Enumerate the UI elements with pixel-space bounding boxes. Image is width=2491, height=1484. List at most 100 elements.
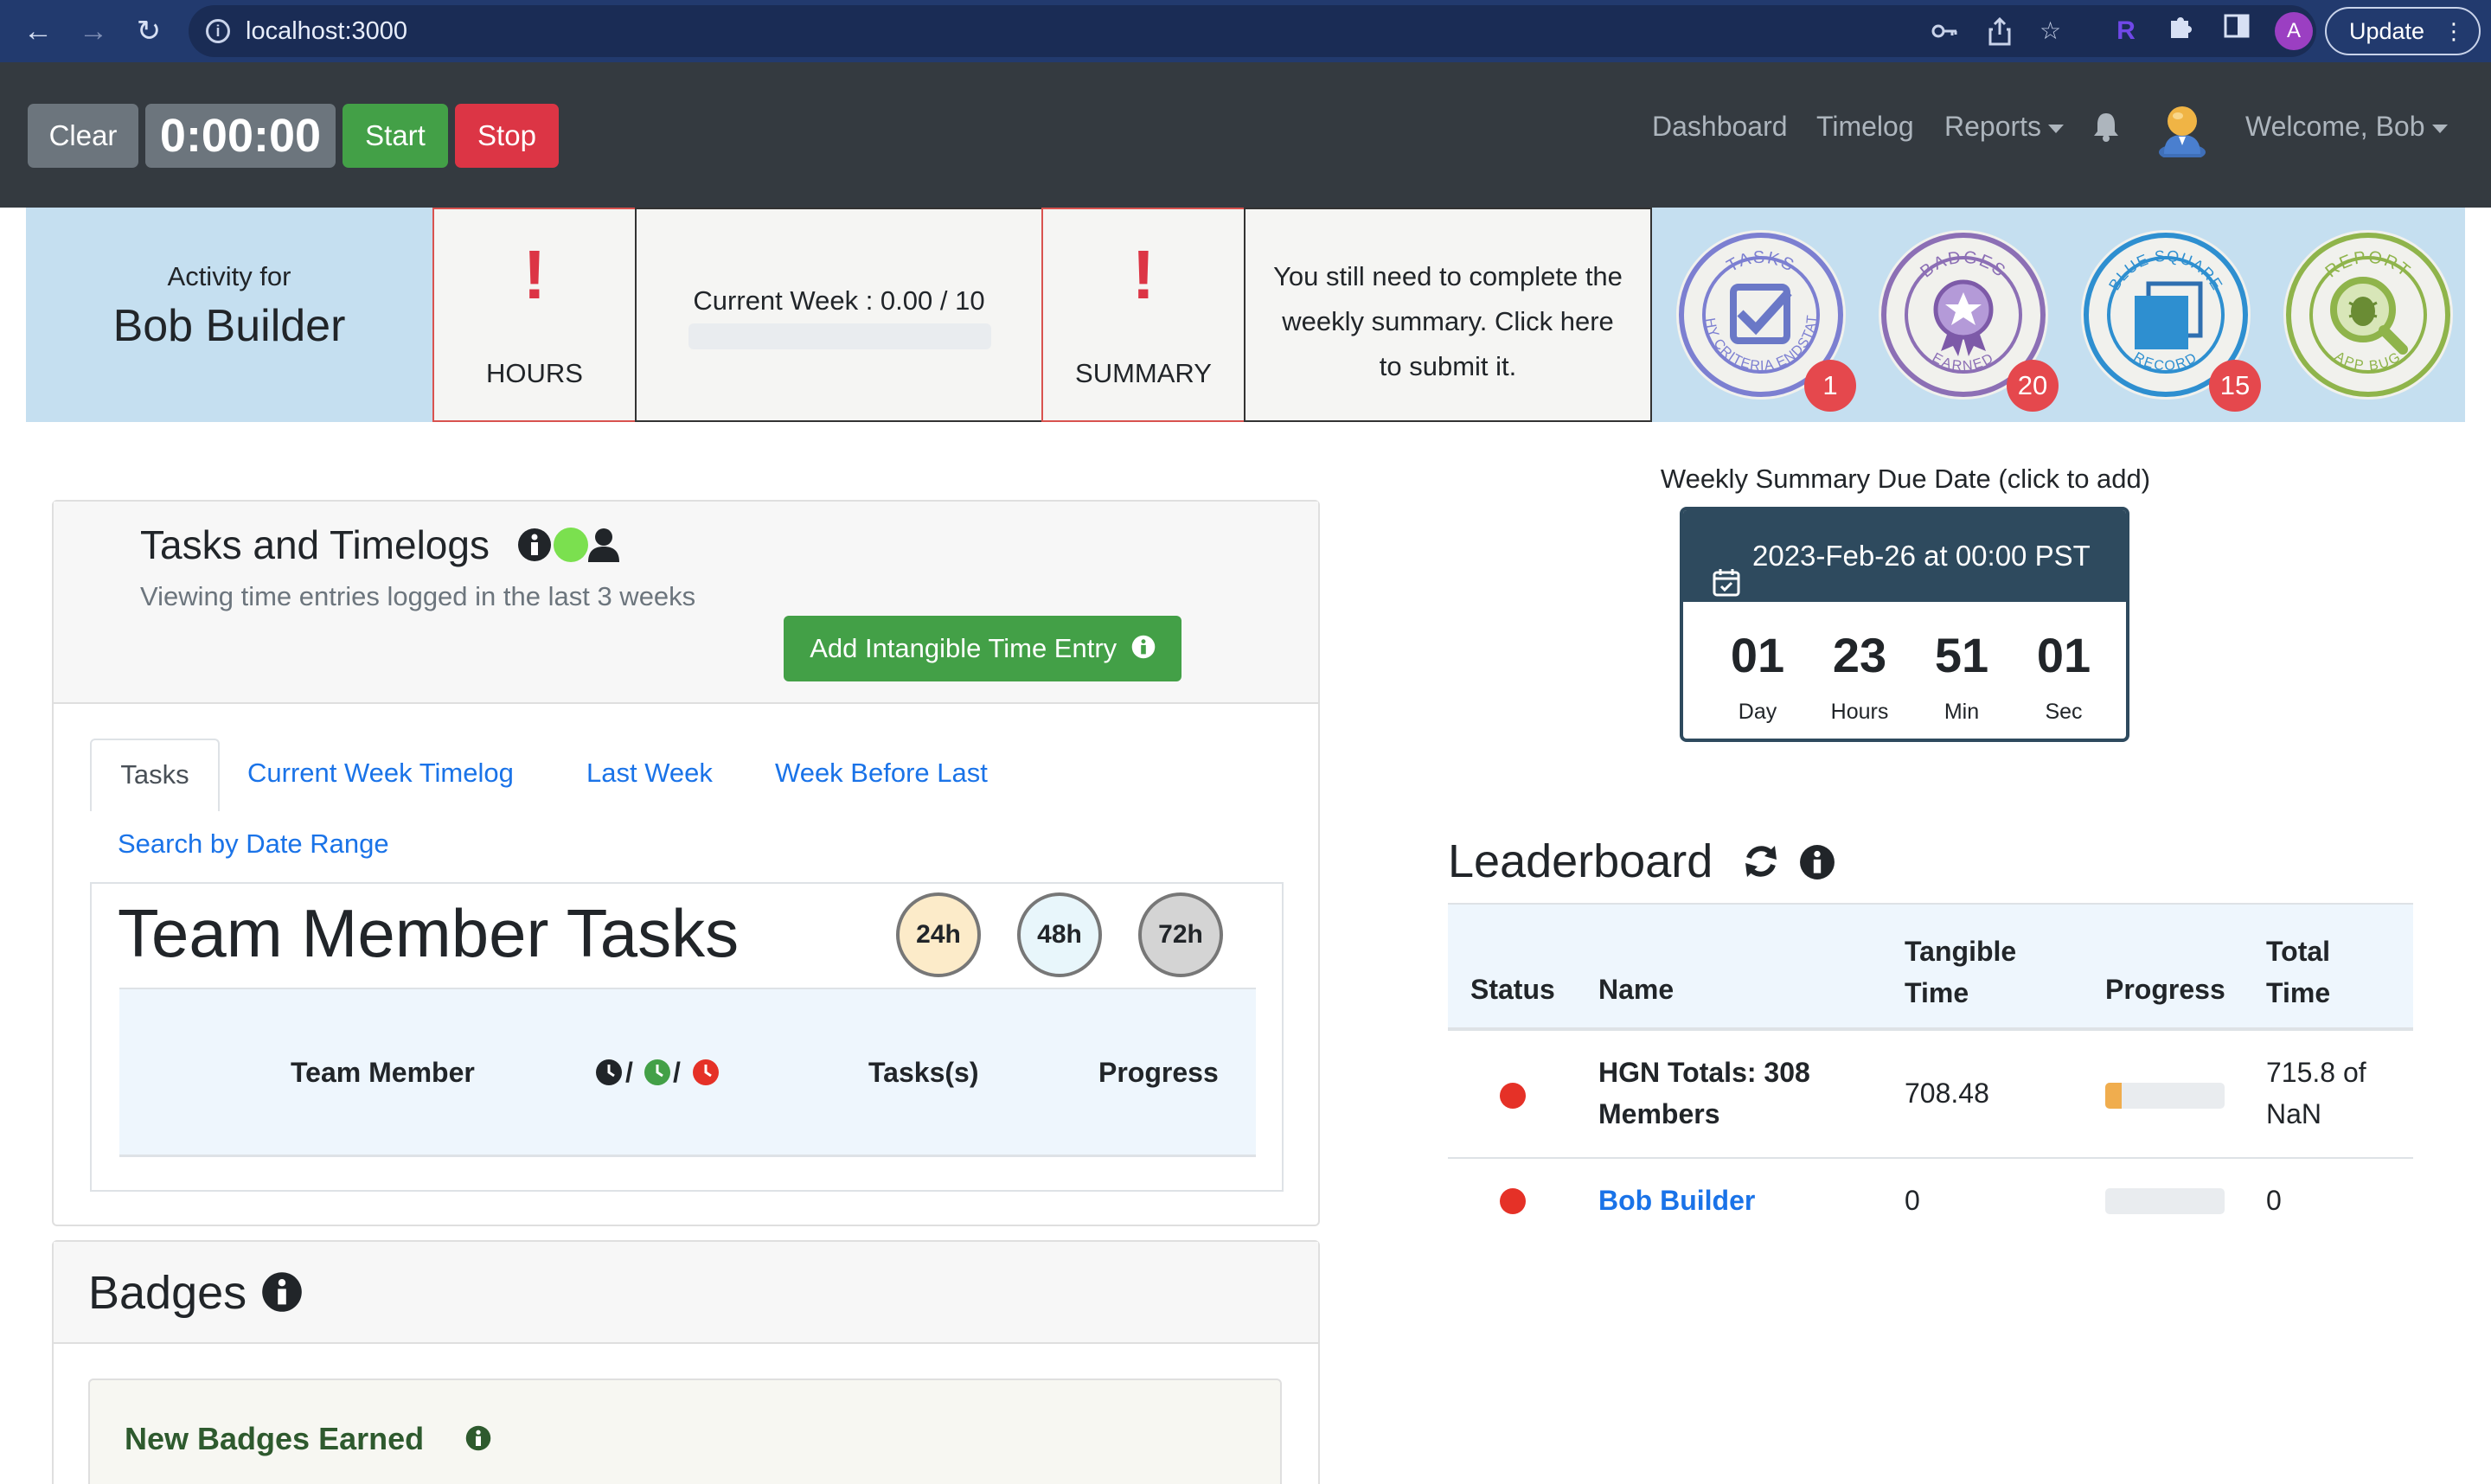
badges-earned-count: 20 <box>2007 360 2059 412</box>
lb-row-progress-fill <box>2105 1083 2123 1109</box>
new-badges-title: New Badges Earned <box>125 1421 425 1456</box>
lb-row-tangible: 708.48 <box>1905 1078 1989 1109</box>
tab-tasks[interactable]: Tasks <box>90 739 220 811</box>
extensions-puzzle-icon[interactable] <box>2162 12 2200 50</box>
user-profile-picture[interactable] <box>2157 104 2207 161</box>
blue-square-count: 15 <box>2209 360 2261 412</box>
tasks-card-header: Tasks and Timelogs Viewing time entries … <box>54 502 1318 704</box>
lb-col-tangible-line: Time <box>1905 977 1969 1008</box>
countdown-hours-label: Hours <box>1830 700 1889 724</box>
current-week-text: Current Week : 0.00 / 10 <box>693 285 985 316</box>
tab-current-week-timelog[interactable]: Current Week Timelog <box>247 756 514 790</box>
more-menu-icon[interactable]: ⋮ <box>2443 9 2465 54</box>
badges-card-title: Badges <box>88 1267 247 1319</box>
current-week-progress <box>688 323 991 349</box>
filter-48h-button[interactable]: 48h <box>1017 892 1102 977</box>
lb-row-tangible: 0 <box>1905 1185 1920 1216</box>
app-bug-badge[interactable]: REPORT APP BUG <box>2283 230 2453 400</box>
back-arrow-icon[interactable]: ← <box>19 12 57 50</box>
lb-col-total-line: Total <box>2266 936 2331 967</box>
col-progress: Progress <box>1098 1057 1219 1088</box>
info-icon[interactable] <box>1799 844 1835 880</box>
activity-label: Activity for <box>167 261 291 291</box>
lb-col-total-line: Time <box>2266 977 2331 1008</box>
tab-tasks-label: Tasks <box>120 759 189 790</box>
chevron-down-icon <box>2431 124 2448 133</box>
exclamation-icon: ! <box>522 236 547 313</box>
update-button[interactable]: Update ⋮ <box>2325 7 2481 55</box>
bell-icon[interactable] <box>2091 111 2121 142</box>
lb-row-name-link[interactable]: Bob Builder <box>1598 1180 1755 1221</box>
leaderboard-row[interactable]: HGN Totals: 308 Members 708.48 715.8 of … <box>1448 1031 2413 1159</box>
info-icon <box>1131 617 1156 683</box>
add-intangible-label: Add Intangible Time Entry <box>810 633 1117 663</box>
lb-row-progress <box>2105 1188 2225 1214</box>
leaderboard-title: Leaderboard <box>1448 835 1713 887</box>
reload-icon[interactable]: ↻ <box>130 12 168 50</box>
share-icon[interactable] <box>1988 16 2012 54</box>
countdown-seconds: 01 <box>2036 628 2091 682</box>
nav-reports[interactable]: Reports <box>1944 109 2065 144</box>
refresh-icon[interactable] <box>1742 842 1780 880</box>
address-bar[interactable]: i localhost:3000 ☆ <box>189 5 2316 57</box>
timer-display: 0:00:00 <box>145 104 336 168</box>
exclamation-icon: ! <box>1131 236 1156 313</box>
lb-row-name-line: Members <box>1598 1098 1720 1129</box>
nav-dashboard[interactable]: Dashboard <box>1652 109 1788 144</box>
lb-row-total-line: 715.8 of <box>2266 1057 2366 1088</box>
activity-summary-strip: Activity for Bob Builder ! HOURS Current… <box>26 208 2465 422</box>
lb-col-name: Name <box>1598 974 1675 1005</box>
stop-button[interactable]: Stop <box>455 104 559 168</box>
lb-col-progress: Progress <box>2105 974 2225 1005</box>
time-legend <box>595 1057 725 1088</box>
current-week-cell[interactable]: Current Week : 0.00 / 10 <box>635 208 1043 422</box>
tasks-badge-count: 1 <box>1804 360 1856 412</box>
bookmark-star-icon[interactable]: ☆ <box>2040 16 2061 47</box>
add-intangible-time-entry-button[interactable]: Add Intangible Time Entry <box>784 616 1181 681</box>
nav-timelog[interactable]: Timelog <box>1816 109 1914 144</box>
start-button[interactable]: Start <box>343 104 448 168</box>
browser-toolbar: ← → ↻ i localhost:3000 ☆ R A Update ⋮ <box>0 0 2491 62</box>
lb-row-progress <box>2105 1083 2225 1109</box>
calendar-icon <box>1713 541 1740 597</box>
profile-avatar[interactable]: A <box>2275 12 2313 50</box>
url-text[interactable]: localhost:3000 <box>246 16 407 47</box>
summary-reminder-text: You still need to complete the weekly su… <box>1246 254 1650 389</box>
lb-col-total: Total Time <box>2266 931 2330 1014</box>
summary-reminder-cell[interactable]: You still need to complete the weekly su… <box>1244 208 1652 422</box>
tab-last-week[interactable]: Last Week <box>586 756 713 790</box>
hours-status-cell[interactable]: ! HOURS <box>432 208 637 422</box>
tab-search-by-date-range[interactable]: Search by Date Range <box>118 827 389 861</box>
leaderboard-row[interactable]: Bob Builder 0 0 <box>1448 1161 2413 1244</box>
site-info-icon[interactable]: i <box>206 19 230 43</box>
filter-72h-button[interactable]: 72h <box>1138 892 1223 977</box>
nav-welcome-user[interactable]: Welcome, Bob <box>2245 109 2448 144</box>
filter-24h-button[interactable]: 24h <box>896 892 981 977</box>
summary-reminder-line: You still need to complete the <box>1273 261 1623 291</box>
due-date-text: 2023-Feb-26 at 00:00 PST <box>1752 540 2091 572</box>
key-icon[interactable] <box>1931 16 1958 54</box>
tasks-timelogs-card: Tasks and Timelogs Viewing time entries … <box>52 500 1320 1226</box>
clear-button[interactable]: Clear <box>28 104 138 168</box>
countdown-hours: 23 <box>1832 628 1887 682</box>
due-date-countdown[interactable]: 2023-Feb-26 at 00:00 PST 01 Day 23 Hours… <box>1680 507 2129 742</box>
side-panel-icon[interactable] <box>2218 12 2256 50</box>
info-icon[interactable] <box>517 528 552 562</box>
lb-col-tangible-line: Tangible <box>1905 936 2017 967</box>
col-team-member: Team Member <box>291 1057 475 1088</box>
due-date-header: 2023-Feb-26 at 00:00 PST <box>1683 510 2126 602</box>
new-badges-panel: New Badges Earned <box>88 1378 1282 1484</box>
update-label: Update <box>2349 18 2425 44</box>
badges-card-header: Badges <box>54 1242 1318 1344</box>
forward-arrow-icon[interactable]: → <box>74 12 112 50</box>
due-date-label[interactable]: Weekly Summary Due Date (click to add) <box>1583 462 2228 496</box>
summary-status-cell[interactable]: ! SUMMARY <box>1041 208 1246 422</box>
nav-reports-label: Reports <box>1944 111 2042 142</box>
extension-r-icon[interactable]: R <box>2107 12 2145 50</box>
info-icon[interactable] <box>465 1425 491 1451</box>
info-icon[interactable] <box>261 1271 303 1313</box>
lb-row-name: HGN Totals: 308 Members <box>1598 1052 1810 1135</box>
summary-label: SUMMARY <box>1075 358 1212 388</box>
user-icon[interactable] <box>588 528 619 562</box>
tab-week-before-last[interactable]: Week Before Last <box>775 756 988 790</box>
